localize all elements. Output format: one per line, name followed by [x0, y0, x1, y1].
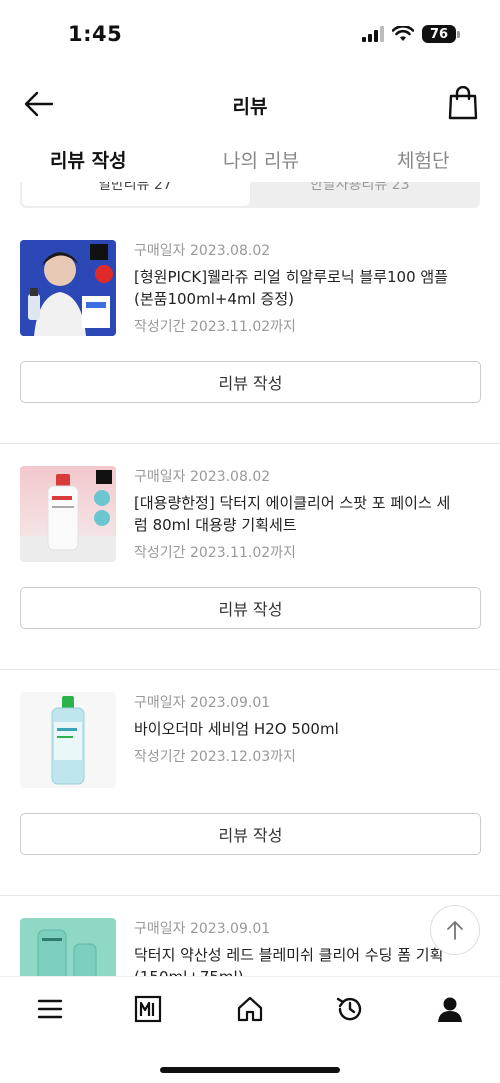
status-time: 1:45 — [68, 22, 123, 46]
review-deadline: 작성기간 2023.11.02까지 — [134, 545, 296, 561]
purchase-date: 구매일자 2023.09.01 — [134, 921, 271, 937]
shopping-bag-icon — [448, 85, 478, 120]
profile-icon — [438, 997, 462, 1022]
header: 리뷰 — [0, 78, 500, 130]
purchase-date: 구매일자 2023.08.02 — [134, 469, 271, 485]
battery-icon: 76 — [422, 25, 460, 43]
product-name[interactable]: [대용량한정] 닥터지 에이클리어 스팟 포 페이스 세럼 80ml 대용량 기… — [134, 492, 464, 536]
review-type-segment: 일반리뷰 27 한달사용리뷰 23 — [20, 182, 480, 208]
list-item: 구매일자 2023.09.01 바이오더마 세비엄 H2O 500ml 작성기간… — [0, 670, 500, 896]
history-icon — [336, 997, 362, 1021]
nav-history[interactable] — [334, 993, 366, 1025]
segment-general-label: 일반리뷰 27 — [98, 182, 172, 193]
nav-home[interactable] — [234, 993, 266, 1025]
signal-icon — [362, 26, 384, 42]
segment-monthly-label[interactable]: 한달사용리뷰 23 — [310, 182, 410, 194]
battery-level: 76 — [422, 25, 456, 43]
cart-button[interactable] — [448, 85, 478, 120]
nav-menu[interactable] — [34, 993, 66, 1025]
scroll-to-top-button[interactable] — [430, 905, 480, 955]
purchase-date: 구매일자 2023.09.01 — [134, 695, 271, 711]
product-image[interactable] — [20, 918, 116, 976]
item-info: 구매일자 2023.09.01 닥터지 약산성 레드 블레미쉬 클리어 수딩 폼… — [134, 918, 464, 976]
item-info: 구매일자 2023.08.02 [형원PICK]웰라쥬 리얼 히알루로닉 블루1… — [134, 240, 464, 336]
brand-logo-icon — [134, 995, 162, 1023]
nav-brand[interactable] — [132, 993, 164, 1025]
item-info: 구매일자 2023.09.01 바이오더마 세비엄 H2O 500ml 작성기간… — [134, 692, 464, 766]
tab-experience-group[interactable]: 체험단 — [397, 146, 449, 173]
item-info: 구매일자 2023.08.02 [대용량한정] 닥터지 에이클리어 스팟 포 페… — [134, 466, 464, 562]
tab-my-reviews[interactable]: 나의 리뷰 — [223, 146, 299, 173]
bottom-nav — [0, 976, 500, 1083]
write-review-button[interactable]: 리뷰 작성 — [20, 813, 481, 855]
list-item: 구매일자 2023.08.02 [대용량한정] 닥터지 에이클리어 스팟 포 페… — [0, 444, 500, 670]
review-deadline: 작성기간 2023.12.03까지 — [134, 749, 296, 765]
home-indicator — [160, 1067, 340, 1073]
write-review-button[interactable]: 리뷰 작성 — [20, 587, 481, 629]
product-name[interactable]: [형원PICK]웰라쥬 리얼 히알루로닉 블루100 앰플 (본품100ml+4… — [134, 266, 464, 310]
list-item: 구매일자 2023.09.01 닥터지 약산성 레드 블레미쉬 클리어 수딩 폼… — [0, 896, 500, 976]
tab-bar: 리뷰 작성 나의 리뷰 체험단 — [0, 140, 500, 188]
nav-profile[interactable] — [434, 993, 466, 1025]
review-list: 구매일자 2023.08.02 [형원PICK]웰라쥬 리얼 히알루로닉 블루1… — [0, 218, 500, 976]
product-image[interactable] — [20, 692, 116, 788]
tab-write-review[interactable]: 리뷰 작성 — [50, 146, 127, 173]
product-image[interactable] — [20, 240, 116, 336]
purchase-date: 구매일자 2023.08.02 — [134, 243, 271, 259]
wifi-icon — [392, 26, 414, 41]
page-title: 리뷰 — [232, 96, 268, 118]
arrow-up-icon — [447, 921, 463, 940]
home-icon — [237, 996, 263, 1022]
review-deadline: 작성기간 2023.11.02까지 — [134, 319, 296, 335]
list-item: 구매일자 2023.08.02 [형원PICK]웰라쥬 리얼 히알루로닉 블루1… — [0, 218, 500, 444]
menu-icon — [37, 999, 63, 1019]
product-image[interactable] — [20, 466, 116, 562]
status-icons: 76 — [362, 25, 460, 43]
product-name[interactable]: 바이오더마 세비엄 H2O 500ml — [134, 718, 464, 740]
write-review-button[interactable]: 리뷰 작성 — [20, 361, 481, 403]
status-bar: 1:45 76 — [0, 0, 500, 70]
product-name[interactable]: 닥터지 약산성 레드 블레미쉬 클리어 수딩 폼 기획 (150ml+75ml) — [134, 944, 464, 976]
